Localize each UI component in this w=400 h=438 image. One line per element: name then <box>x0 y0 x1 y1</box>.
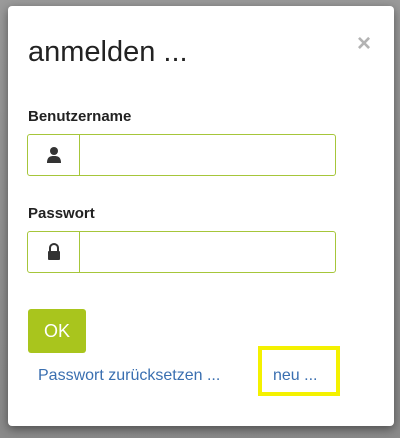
new-account-link[interactable]: neu ... <box>273 367 317 385</box>
user-icon <box>28 135 80 175</box>
ok-button[interactable]: OK <box>28 309 86 353</box>
login-dialog: anmelden ... × Benutzername Passwort OK … <box>8 6 394 426</box>
dialog-title: anmelden ... <box>28 36 188 68</box>
password-label: Passwort <box>28 205 95 222</box>
password-input[interactable] <box>80 232 335 272</box>
reset-password-link[interactable]: Passwort zurücksetzen ... <box>38 367 220 385</box>
close-icon[interactable]: × <box>357 32 371 56</box>
username-label: Benutzername <box>28 108 132 125</box>
username-field <box>27 134 336 176</box>
username-input[interactable] <box>80 135 335 175</box>
lock-icon <box>28 232 80 272</box>
password-field <box>27 231 336 273</box>
